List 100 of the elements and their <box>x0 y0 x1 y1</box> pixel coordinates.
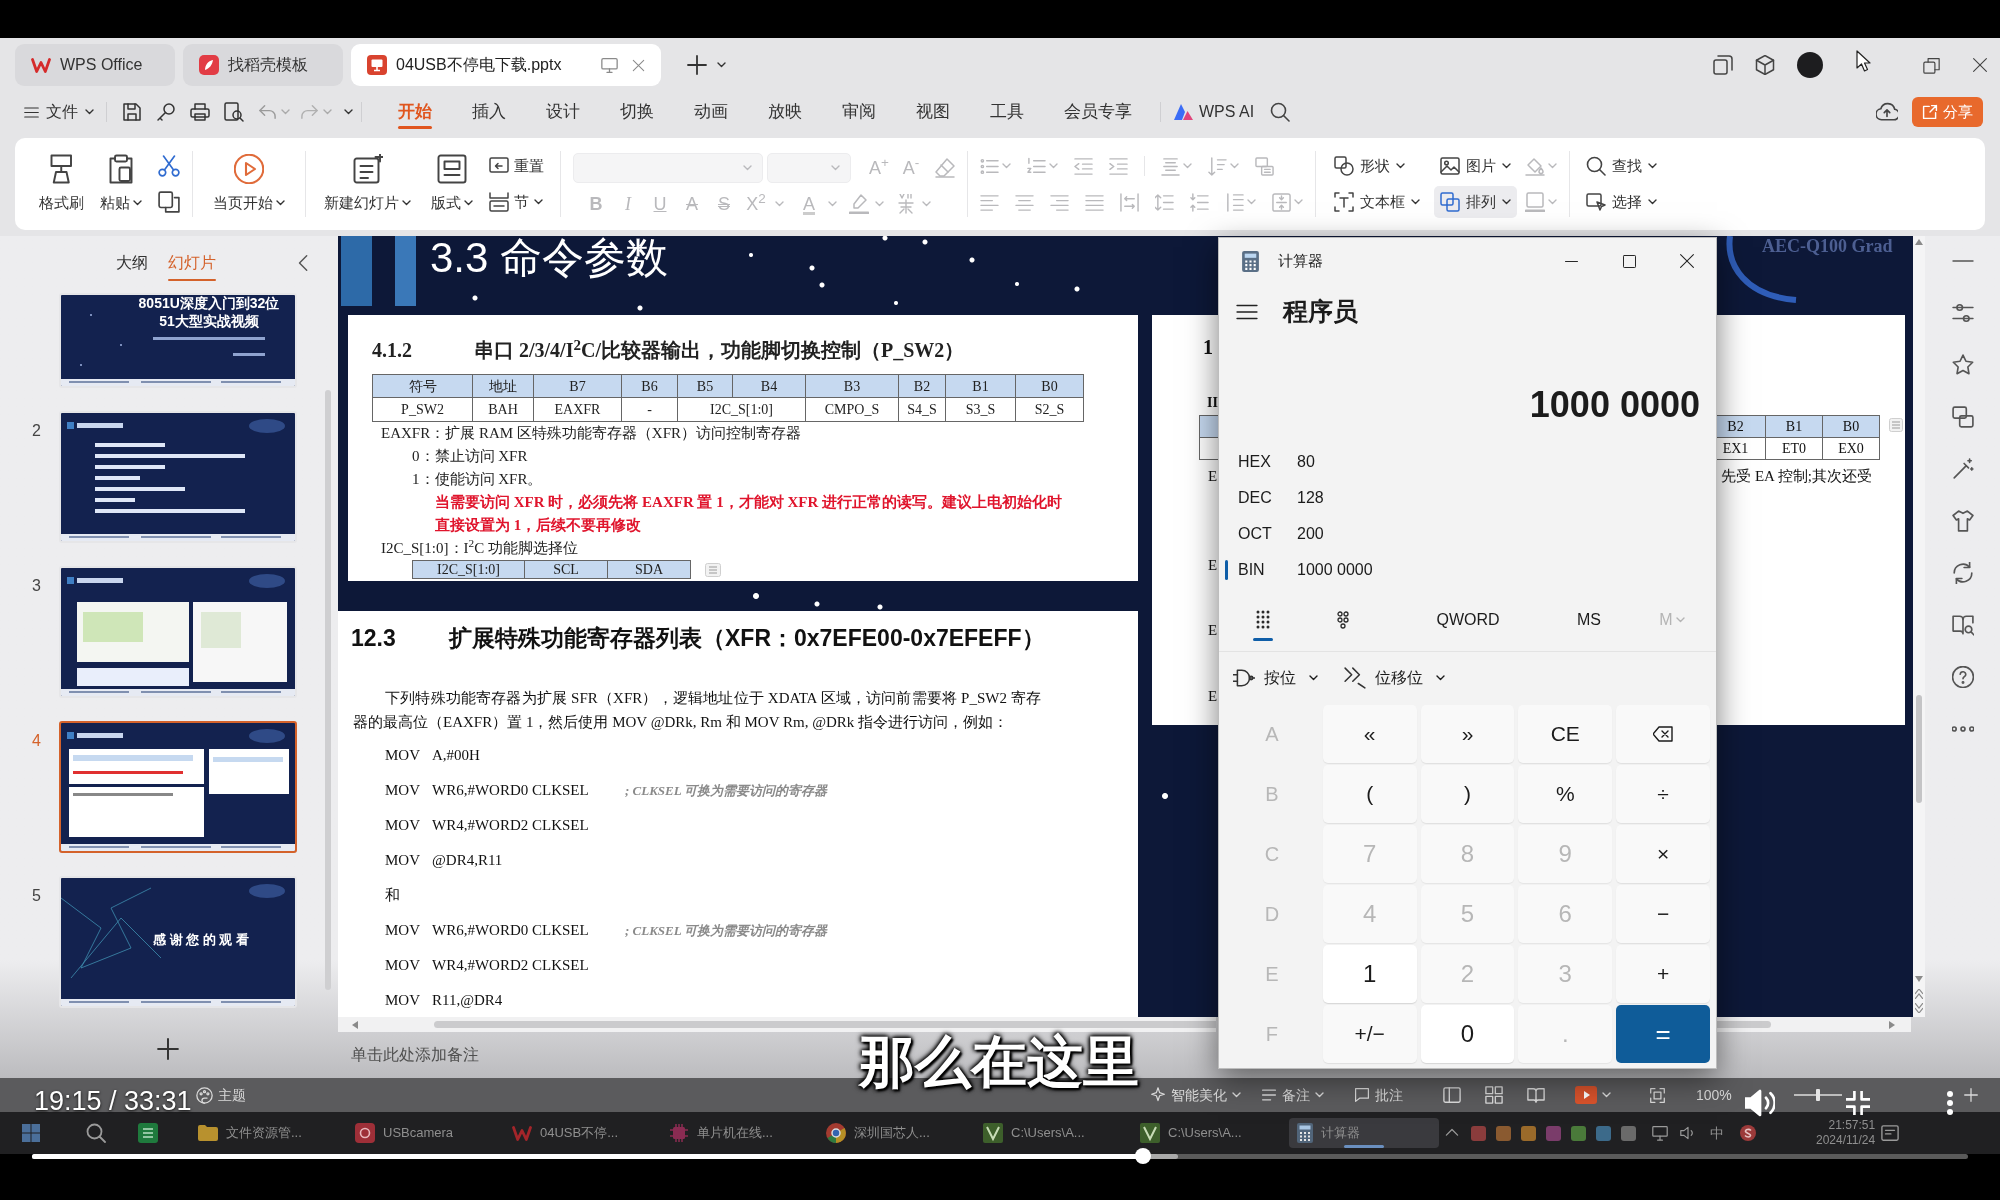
grid-view-icon[interactable] <box>1485 1086 1503 1104</box>
stacked-pages-icon[interactable] <box>1713 55 1733 75</box>
zoom-level[interactable]: 100% <box>1696 1084 1732 1106</box>
equals-key[interactable]: = <box>1616 1005 1710 1063</box>
ribbon-tab[interactable]: 放映 <box>748 92 822 132</box>
arrange-button[interactable]: 排列 <box>1434 186 1517 218</box>
scroll-left-icon[interactable] <box>352 1021 358 1029</box>
reading-view-icon[interactable] <box>1527 1086 1545 1104</box>
network-icon[interactable] <box>1652 1125 1668 1141</box>
numbered-list-icon[interactable] <box>1027 156 1046 176</box>
input-method-icon[interactable] <box>1740 1125 1756 1141</box>
operator-key[interactable]: % <box>1518 765 1613 823</box>
vertical-align-icon[interactable] <box>1272 192 1291 212</box>
scroll-right-icon[interactable] <box>1889 1021 1895 1029</box>
play-from-current-button[interactable]: 当页开始 <box>205 144 293 224</box>
horizontal-scrollbar[interactable] <box>1715 1017 1911 1032</box>
next-slide-icon[interactable] <box>1915 1003 1923 1013</box>
document-tab[interactable]: 04USB不停电下载.pptx <box>351 44 661 86</box>
wps-ai-button[interactable]: WPS AI <box>1169 96 1259 128</box>
paragraph-spacing-icon[interactable] <box>1190 192 1209 212</box>
undo-icon[interactable] <box>258 102 277 122</box>
clock-time[interactable]: 21:57:51 <box>1828 1118 1876 1133</box>
radix-row[interactable]: BIN 1000 0000 <box>1219 552 1716 588</box>
section-button[interactable]: 节 <box>485 187 548 217</box>
sort-icon[interactable] <box>1208 156 1227 176</box>
radix-row[interactable]: OCT 200 <box>1219 516 1716 552</box>
notes-button[interactable]: 备注 <box>1261 1084 1324 1106</box>
taskbar-app[interactable]: 文件资源管... <box>190 1118 340 1148</box>
phonetic-guide-icon[interactable] <box>896 194 916 214</box>
operator-key[interactable]: » <box>1420 705 1515 763</box>
bit-shift-menu[interactable]: 位移位 <box>1342 660 1447 696</box>
radix-row[interactable]: DEC 128 <box>1219 480 1716 516</box>
star-icon[interactable] <box>1951 354 1974 376</box>
convert-text-icon[interactable] <box>1255 156 1274 176</box>
horizontal-scrollbar[interactable] <box>338 1017 1216 1032</box>
vertical-scrollbar[interactable] <box>1913 236 1925 1017</box>
taskbar-app[interactable]: 04USB不停... <box>504 1118 654 1148</box>
operator-key[interactable]: × <box>1616 825 1710 883</box>
zoom-slider-thumb[interactable] <box>1815 1089 1820 1101</box>
operator-key[interactable]: ) <box>1420 765 1515 823</box>
panel-tab[interactable]: 大纲 <box>112 243 152 283</box>
ribbon-tab[interactable]: 切换 <box>600 92 674 132</box>
justify-icon[interactable] <box>1085 192 1104 212</box>
digit-key[interactable]: 0 <box>1420 1005 1515 1063</box>
windows-logo-icon[interactable] <box>22 1124 40 1142</box>
tray-app-icon[interactable] <box>1621 1125 1636 1141</box>
font-size-field[interactable] <box>767 153 851 183</box>
beautify-button[interactable]: 智能美化 <box>1150 1084 1241 1106</box>
text-lines-icon[interactable] <box>1161 156 1180 176</box>
tray-app-icon[interactable] <box>1571 1125 1586 1141</box>
tray-app-icon[interactable] <box>1521 1125 1536 1141</box>
taskbar-app[interactable]: C:\Users\A... <box>975 1118 1125 1148</box>
maximize-icon[interactable] <box>1621 253 1637 269</box>
taskbar-app[interactable]: 计算器 <box>1289 1118 1439 1148</box>
plus-icon[interactable] <box>156 1038 179 1060</box>
sliders-icon[interactable] <box>1951 302 1974 324</box>
more-icon[interactable] <box>1946 1090 1954 1116</box>
search-icon[interactable] <box>1270 102 1291 122</box>
scissors-icon[interactable] <box>158 155 180 177</box>
line-spacing-icon[interactable] <box>1155 192 1174 212</box>
find-button[interactable]: 查找 <box>1582 151 1661 181</box>
font-name-field[interactable] <box>573 153 763 183</box>
cube-icon[interactable] <box>1755 55 1775 75</box>
ribbon-tab[interactable]: 动画 <box>674 92 748 132</box>
slide-thumbnail[interactable]: 8051U深度入门到32位 51大型实战视频 <box>59 293 297 388</box>
align-center-icon[interactable] <box>1015 192 1034 212</box>
layout-button[interactable]: 版式 <box>425 144 479 224</box>
zoom-in-icon[interactable] <box>1964 1088 1978 1102</box>
ribbon-tab[interactable]: 插入 <box>452 92 526 132</box>
fit-window-icon[interactable] <box>1649 1086 1666 1104</box>
search-icon[interactable] <box>86 1123 106 1143</box>
ribbon-tab[interactable]: 设计 <box>526 92 600 132</box>
ribbon-tab[interactable]: 审阅 <box>822 92 896 132</box>
scrollbar-thumb[interactable] <box>325 390 331 990</box>
scrollbar-thumb[interactable] <box>1916 695 1922 803</box>
tray-app-icon[interactable] <box>1471 1125 1486 1141</box>
avatar-icon[interactable] <box>1797 52 1823 78</box>
align-left-icon[interactable] <box>980 192 999 212</box>
key-icon[interactable] <box>156 102 176 122</box>
volume-icon[interactable] <box>1745 1088 1775 1118</box>
tray-app-icon[interactable] <box>1496 1125 1511 1141</box>
taskbar-app[interactable]: USBcamera <box>347 1118 497 1148</box>
restore-icon[interactable] <box>1923 56 1940 74</box>
reset-button[interactable]: 重置 <box>485 151 548 181</box>
close-icon[interactable] <box>1972 57 1988 73</box>
operator-key[interactable]: « <box>1322 705 1417 763</box>
digit-key[interactable]: 1 <box>1322 945 1417 1003</box>
taskbar-app[interactable]: C:\Users\A... <box>1132 1118 1282 1148</box>
paste-button[interactable]: 粘贴 <box>92 144 150 224</box>
exit-fullscreen-icon[interactable] <box>1846 1091 1870 1115</box>
align-right-icon[interactable] <box>1050 192 1069 212</box>
clock-date[interactable]: 2024/11/24 <box>1816 1133 1876 1148</box>
overlapping-squares-icon[interactable] <box>1951 406 1974 428</box>
slide-thumbnail[interactable]: 感 谢 您 的 观 看 <box>59 876 297 1008</box>
save-icon[interactable] <box>122 102 142 122</box>
memory-button[interactable]: MS <box>1559 599 1619 640</box>
comments-button[interactable]: 批注 <box>1354 1084 1403 1106</box>
format-painter-button[interactable]: 格式刷 <box>31 144 92 224</box>
input-language-indicator[interactable]: 中 <box>1710 1122 1724 1144</box>
theme-button[interactable]: 主题 <box>196 1084 246 1106</box>
